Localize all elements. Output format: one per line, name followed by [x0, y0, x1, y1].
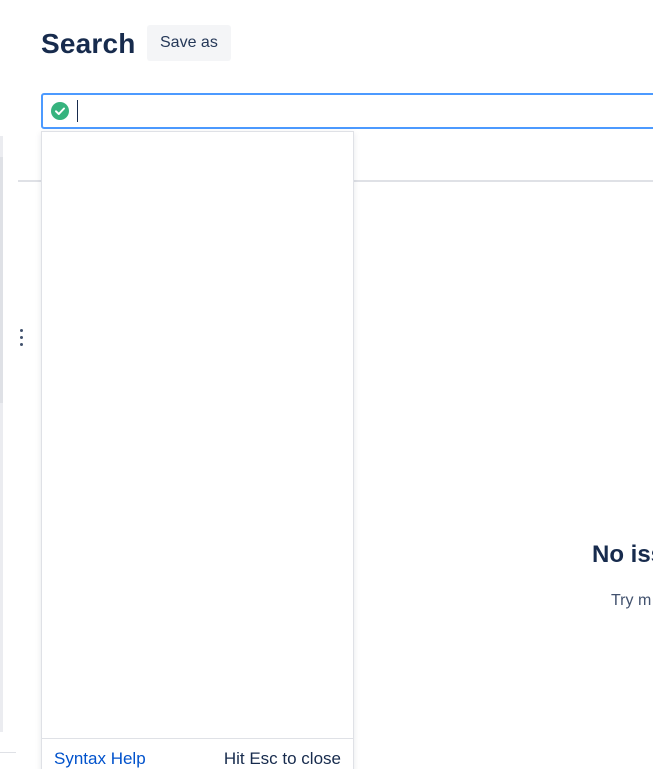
syntax-help-link[interactable]: Syntax Help — [54, 749, 146, 769]
empty-state-text: Try m — [611, 592, 652, 609]
check-circle-icon — [51, 102, 69, 120]
more-vertical-icon[interactable] — [18, 327, 26, 349]
text-cursor — [77, 100, 78, 122]
esc-close-hint: Hit Esc to close — [223, 749, 341, 768]
jql-search-field[interactable] — [41, 93, 653, 129]
save-as-button[interactable]: Save as — [147, 25, 231, 61]
left-panel-divider — [0, 752, 16, 753]
dropdown-footer: Syntax Help Hit Esc to close — [42, 738, 353, 769]
suggestions-dropdown: Syntax Help Hit Esc to close — [41, 131, 354, 769]
page-title: Search — [41, 28, 136, 59]
empty-state-title: No iss — [592, 541, 653, 568]
left-panel-scrollbar[interactable] — [0, 157, 3, 403]
search-input[interactable] — [75, 97, 653, 125]
